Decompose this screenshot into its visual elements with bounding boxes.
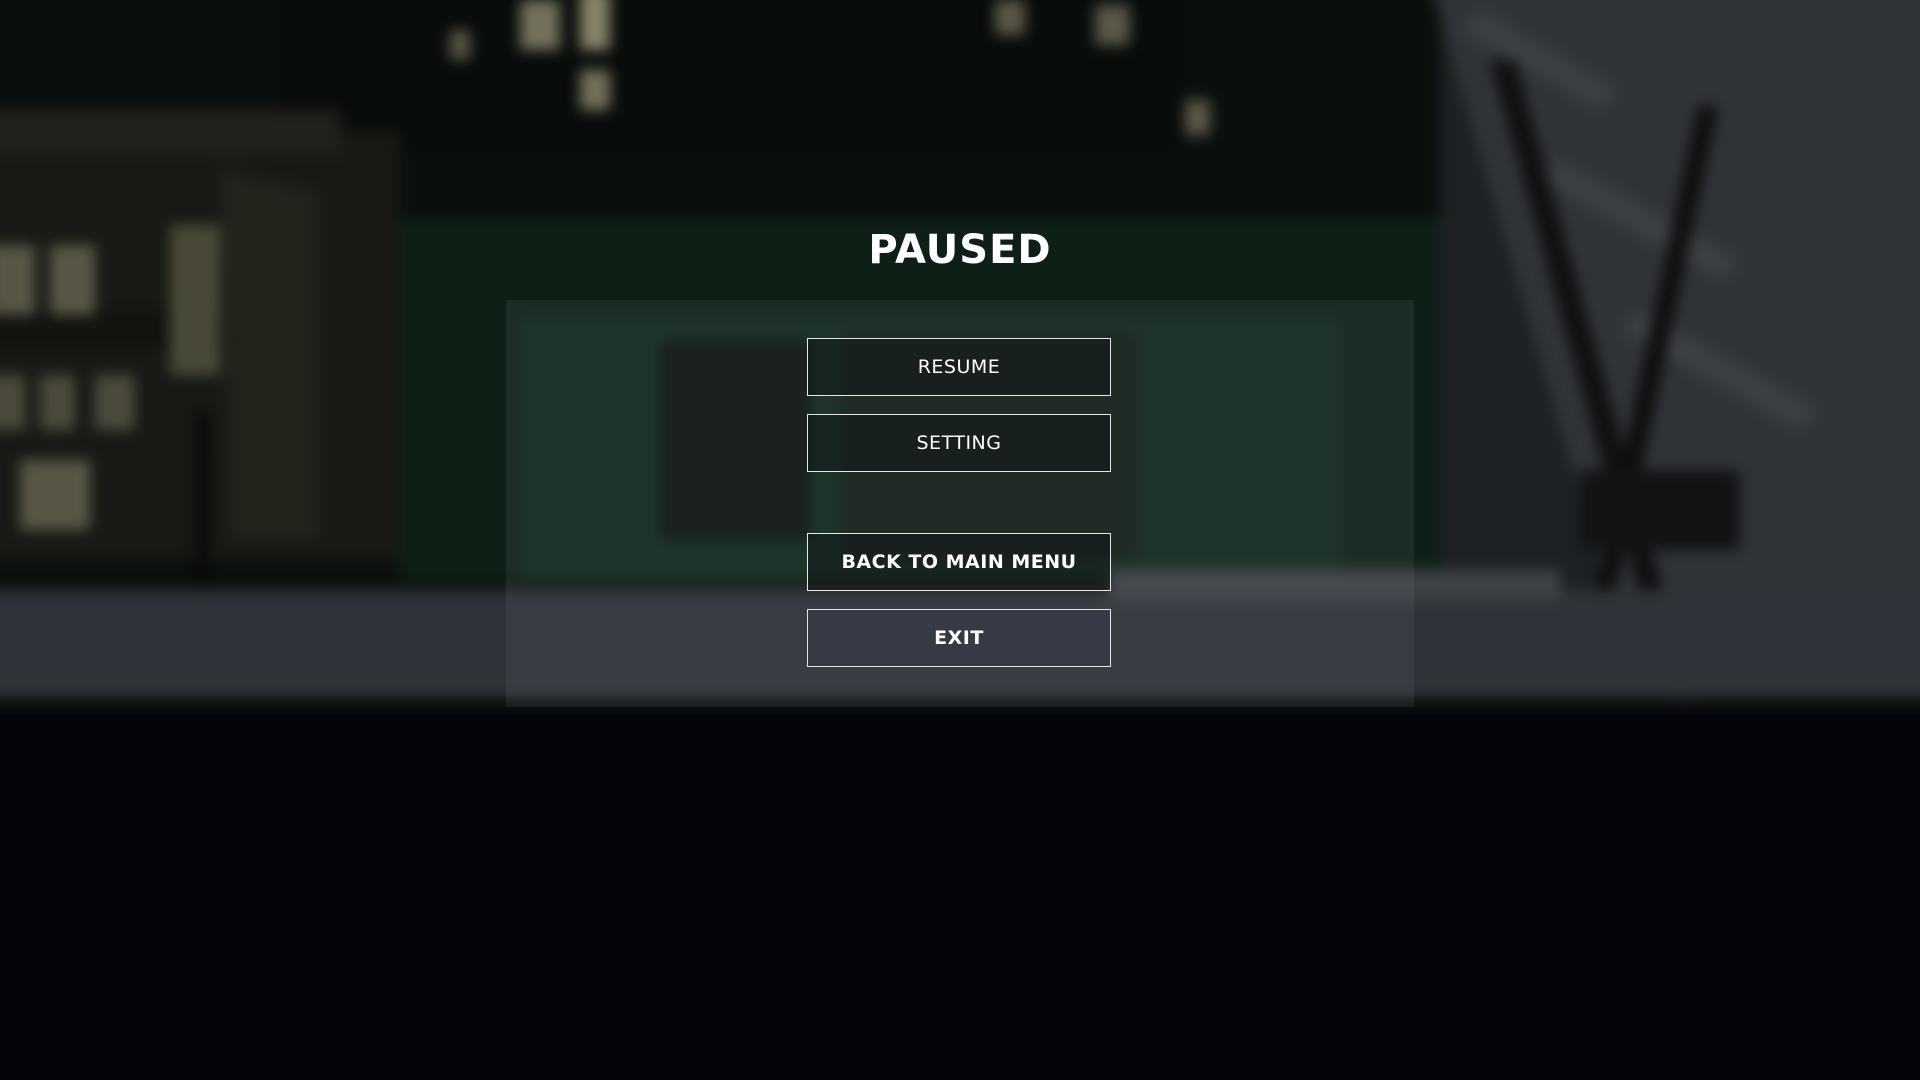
resume-button[interactable]: RESUME xyxy=(807,338,1111,396)
exit-button[interactable]: EXIT xyxy=(807,609,1111,667)
page-title: PAUSED xyxy=(868,227,1052,273)
setting-button[interactable]: SETTING xyxy=(807,414,1111,472)
back-to-main-menu-button[interactable]: BACK TO MAIN MENU xyxy=(807,533,1111,591)
pause-screen: PAUSED RESUME SETTING BACK TO MAIN MENU … xyxy=(0,0,1920,1080)
